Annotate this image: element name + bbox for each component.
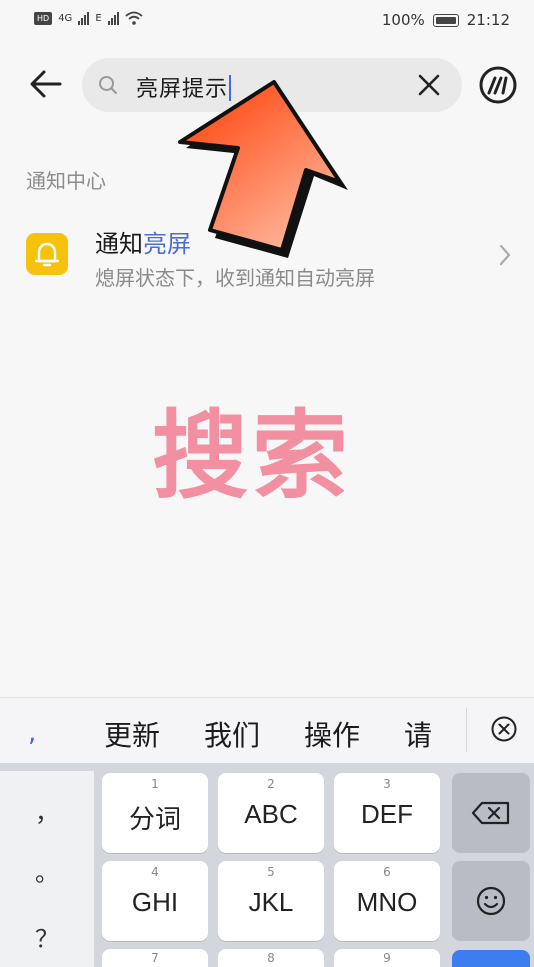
key-1[interactable]: 1 分词 [102, 773, 208, 853]
key-8[interactable]: 8 [218, 949, 324, 967]
hd-badge: HD [34, 11, 53, 25]
backspace-icon [471, 801, 510, 825]
key-9[interactable]: 9 [334, 949, 440, 967]
circle-x-icon[interactable] [489, 714, 519, 744]
candidate-2[interactable]: 我们 [204, 714, 260, 754]
signal-icon-2 [107, 11, 119, 25]
back-arrow-icon[interactable] [26, 64, 66, 104]
annotation-arrow-icon [178, 80, 348, 258]
key-3[interactable]: 3 DEF [334, 773, 440, 853]
candidate-bar: , 更新 我们 操作 请 [0, 697, 534, 763]
network-e-label: E [95, 12, 102, 24]
emoji-icon [476, 886, 506, 916]
punctuation-column[interactable]: ， 。 ？ [0, 771, 94, 967]
battery-percent: 100% [381, 11, 425, 29]
punct-question[interactable]: ？ [0, 919, 94, 954]
key-5[interactable]: 5 JKL [218, 861, 324, 941]
punct-comma[interactable]: ， [0, 793, 94, 828]
status-bar: HD 4G E 100% 21:12 [0, 0, 534, 42]
candidate-3[interactable]: 操作 [304, 714, 360, 754]
key-6[interactable]: 6 MNO [334, 861, 440, 941]
candidate-comma[interactable]: , [28, 718, 36, 748]
overlay-caption: 搜索 [152, 400, 352, 512]
chevron-right-icon [499, 244, 511, 266]
search-icon [99, 76, 117, 94]
keyboard: ， 。 ？ 1 分词 2 ABC 3 DEF 4 GHI 5 JKL 6 MNO 7 8 9 [0, 763, 534, 967]
key-2[interactable]: 2 ABC [218, 773, 324, 853]
candidate-divider [466, 708, 467, 752]
backspace-key[interactable] [452, 773, 530, 853]
key-4[interactable]: 4 GHI [102, 861, 208, 941]
bell-icon [26, 233, 68, 275]
enter-key[interactable] [452, 950, 530, 967]
candidate-4[interactable]: 请 [404, 714, 432, 754]
status-left: HD 4G E [34, 11, 143, 25]
section-title: 通知中心 [26, 169, 106, 193]
brand-logo-icon[interactable] [478, 65, 518, 105]
battery-icon [432, 13, 459, 27]
status-right: 100% 21:12 [382, 11, 510, 29]
signal-icon [78, 11, 90, 25]
clock: 21:12 [466, 11, 510, 29]
punct-period[interactable]: 。 [0, 853, 94, 888]
close-icon[interactable] [416, 72, 442, 98]
emoji-key[interactable] [452, 861, 530, 941]
candidate-1[interactable]: 更新 [104, 714, 160, 754]
wifi-icon [125, 11, 143, 25]
network-4g-label: 4G [58, 12, 73, 24]
key-7[interactable]: 7 [102, 949, 208, 967]
